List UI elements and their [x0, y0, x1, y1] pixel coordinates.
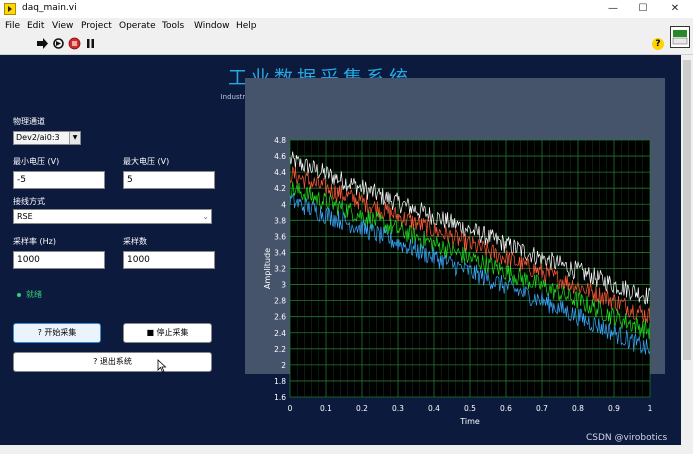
y-tick-label: 2.2 — [274, 345, 286, 354]
menu-project[interactable]: Project — [81, 21, 112, 31]
y-tick-label: 4.2 — [274, 184, 286, 193]
y-tick-label: 4.6 — [274, 152, 286, 161]
y-tick-label: 2.8 — [274, 297, 286, 306]
terminal-config-select[interactable]: RSE ⌄ — [13, 209, 212, 224]
abort-icon[interactable] — [68, 37, 81, 50]
menu-help[interactable]: Help — [236, 21, 257, 31]
y-tick-label: 3 — [281, 281, 286, 290]
toolbar — [0, 34, 693, 55]
y-tick-label: 3.8 — [274, 216, 286, 225]
status-indicator-icon — [17, 293, 21, 297]
samples-input[interactable]: 1000 — [123, 251, 215, 269]
context-help-icon[interactable]: ? — [652, 38, 664, 50]
mouse-cursor-icon — [157, 359, 167, 373]
x-tick-label: 0.5 — [464, 404, 476, 413]
menu-file[interactable]: File — [5, 21, 20, 31]
plot-grid — [289, 139, 651, 398]
x-tick-label: 0.4 — [428, 404, 440, 413]
close-button[interactable]: ✕ — [660, 0, 690, 18]
x-tick-label: 0.1 — [320, 404, 332, 413]
window-title: daq_main.vi — [22, 3, 77, 13]
physical-channel-control[interactable]: Dev2/ai0:3 ▼ — [13, 131, 81, 145]
start-acquisition-button[interactable]: ? 开始采集 — [13, 323, 101, 343]
x-tick-label: 0 — [288, 404, 293, 413]
menu-bar: File Edit View Project Operate Tools Win… — [0, 18, 693, 34]
x-tick-label: 0.6 — [500, 404, 512, 413]
y-tick-label: 3.4 — [274, 248, 286, 257]
menu-view[interactable]: View — [52, 21, 73, 31]
watermark: CSDN @virobotics — [586, 433, 668, 443]
status-text: 就绪 — [26, 290, 42, 299]
x-tick-label: 0.2 — [356, 404, 368, 413]
x-tick-label: 0.9 — [608, 404, 620, 413]
pause-icon[interactable] — [84, 37, 97, 50]
samples-label: 采样数 — [123, 237, 147, 246]
channel-label: 物理通道 — [13, 117, 45, 126]
scrollbar-thumb[interactable] — [683, 60, 691, 360]
y-tick-label: 2.4 — [274, 329, 286, 338]
min-voltage-label: 最小电压 (V) — [13, 157, 60, 166]
y-axis-label: Amplitude — [263, 248, 272, 289]
y-tick-label: 1.6 — [274, 393, 286, 402]
x-tick-label: 0.8 — [572, 404, 584, 413]
y-tick-label: 2.6 — [274, 313, 286, 322]
y-tick-label: 4.8 — [274, 136, 286, 145]
x-axis-label: Time — [459, 417, 480, 426]
menu-window[interactable]: Window — [194, 21, 230, 31]
title-bar — [0, 0, 693, 18]
y-tick-label: 2 — [281, 361, 286, 370]
max-voltage-input[interactable]: 5 — [123, 171, 215, 189]
x-tick-label: 0.3 — [392, 404, 404, 413]
maximize-button[interactable]: ☐ — [628, 0, 658, 18]
vi-connector-icon — [670, 26, 690, 48]
minimize-button[interactable]: — — [598, 0, 628, 18]
run-continuously-icon[interactable] — [52, 37, 65, 50]
sample-rate-label: 采样率 (Hz) — [13, 237, 56, 246]
min-voltage-input[interactable]: -5 — [13, 171, 105, 189]
x-tick-label: 1 — [648, 404, 653, 413]
sample-rate-input[interactable]: 1000 — [13, 251, 105, 269]
exit-system-button[interactable]: ? 退出系统 — [13, 352, 212, 372]
y-tick-label: 4.4 — [274, 168, 286, 177]
run-arrow-icon[interactable] — [36, 37, 49, 50]
stop-acquisition-button[interactable]: ■ 停止采集 — [123, 323, 212, 343]
labview-vi-icon — [4, 3, 16, 15]
terminal-config-value: RSE — [17, 212, 33, 221]
max-voltage-label: 最大电压 (V) — [123, 157, 170, 166]
channel-value: Dev2/ai0:3 — [16, 133, 60, 142]
chevron-down-icon[interactable]: ⌄ — [202, 210, 209, 223]
menu-tools[interactable]: Tools — [162, 21, 184, 31]
dropdown-arrow-icon[interactable]: ▼ — [69, 132, 80, 144]
y-tick-label: 4 — [281, 200, 286, 209]
y-tick-label: 3.2 — [274, 265, 286, 274]
y-tick-label: 1.8 — [274, 377, 286, 386]
terminal-config-label: 接线方式 — [13, 197, 45, 206]
menu-edit[interactable]: Edit — [27, 21, 44, 31]
menu-operate[interactable]: Operate — [119, 21, 156, 31]
x-tick-label: 0.7 — [536, 404, 548, 413]
waveform-plot-svg: 0 0.1 0.2 0.3 0.4 0.5 0.6 0.7 0.8 0.9 1 4.8 4.6 4.4 4… — [263, 136, 653, 426]
y-tick-label: 3.6 — [274, 232, 286, 241]
